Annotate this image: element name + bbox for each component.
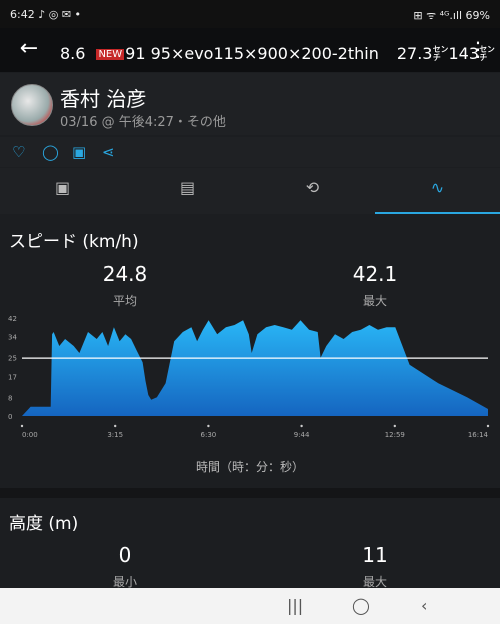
status-indicators: ⊞ ᯤ ⁴ᴳ.ıll 69%	[413, 9, 490, 22]
system-nav-bar: ||| ◯ ‹	[0, 588, 500, 624]
tab-details[interactable]: ▤	[125, 168, 250, 214]
activity-header: 香村 治彦 03/16 @ 午後4:27・その他	[0, 73, 500, 135]
action-row: ♡ ◯ ▣ ⋖	[0, 137, 500, 167]
x-tick-label: 0:00	[22, 431, 38, 439]
x-tick-mark	[300, 424, 303, 428]
x-tick-label: 12:59	[385, 431, 405, 439]
speed-max-value: 42.1	[352, 262, 398, 286]
section-divider	[0, 488, 500, 498]
home-icon[interactable]: ◯	[352, 596, 370, 615]
speed-area-series	[22, 320, 488, 416]
y-tick-label: 0	[8, 413, 12, 421]
tab-overview[interactable]: ▣	[0, 168, 125, 214]
user-name: 香村 治彦	[60, 87, 147, 111]
y-tick-label: 25	[8, 355, 17, 363]
recent-apps-icon[interactable]: |||	[287, 596, 303, 615]
camera-icon[interactable]: ▣	[72, 143, 86, 161]
back-icon[interactable]: ‹	[421, 596, 427, 615]
status-bar: 6:42 ♪ ◎ ✉ • ⊞ ᯤ ⁴ᴳ.ıll 69%	[0, 0, 500, 28]
avatar[interactable]	[11, 84, 53, 126]
y-tick-label: 17	[8, 373, 17, 381]
speed-avg-value: 24.8	[102, 262, 148, 286]
x-tick-label: 9:44	[294, 431, 310, 439]
status-time: 6:42 ♪ ◎ ✉ •	[10, 8, 82, 21]
x-tick-mark	[486, 424, 490, 428]
x-tick-mark	[20, 424, 24, 428]
speed-max-label: 最大	[362, 294, 387, 308]
activity-title: 8.6 NEW 91 95×evo115×900×200-2thin 27.3㌢143…	[60, 40, 495, 64]
activity-meta: 03/16 @ 午後4:27・その他	[60, 115, 226, 130]
x-tick-label: 6:30	[201, 431, 217, 439]
altitude-max-value: 11	[362, 543, 388, 567]
y-tick-label: 34	[8, 334, 17, 342]
tab-bar: ▣ ▤ ⟲ ∿	[0, 168, 500, 214]
share-icon[interactable]: ⋖	[102, 143, 115, 161]
speed-avg-label: 平均	[112, 294, 137, 308]
more-options-icon[interactable]: ⋮	[468, 37, 488, 61]
x-tick-mark	[114, 424, 117, 428]
tab-charts[interactable]: ∿	[375, 168, 500, 214]
comment-icon[interactable]: ◯	[42, 143, 59, 161]
altitude-min-value: 0	[118, 543, 132, 567]
title-number: 8.6	[60, 44, 86, 63]
title-stat-1: 27.3㌢	[396, 44, 449, 63]
title-text: 91 95×evo115×900×200-2thin	[125, 44, 379, 63]
y-tick-label: 42	[8, 315, 17, 323]
app-bar: ← 8.6 NEW 91 95×evo115×900×200-2thin 27.3㌢1…	[0, 28, 500, 72]
x-tick-mark	[393, 424, 396, 428]
back-arrow-icon[interactable]: ←	[14, 34, 44, 64]
y-tick-label: 8	[8, 394, 12, 402]
speed-chart: 0 8 17 25 34 42 0:00 3:15 6:30 9:44 12:59 16:14	[8, 315, 490, 439]
tab-laps[interactable]: ⟲	[250, 168, 375, 214]
x-tick-label: 16:14	[468, 431, 489, 439]
altitude-section-title: 高度 (m)	[9, 514, 79, 534]
speed-section-title: スピード (km/h)	[9, 232, 139, 252]
x-axis-label: 時間（時：分：秒）	[195, 460, 304, 474]
new-badge: NEW	[96, 49, 125, 60]
x-tick-mark	[207, 424, 210, 428]
x-tick-label: 3:15	[107, 431, 123, 439]
heart-icon[interactable]: ♡	[12, 143, 25, 161]
